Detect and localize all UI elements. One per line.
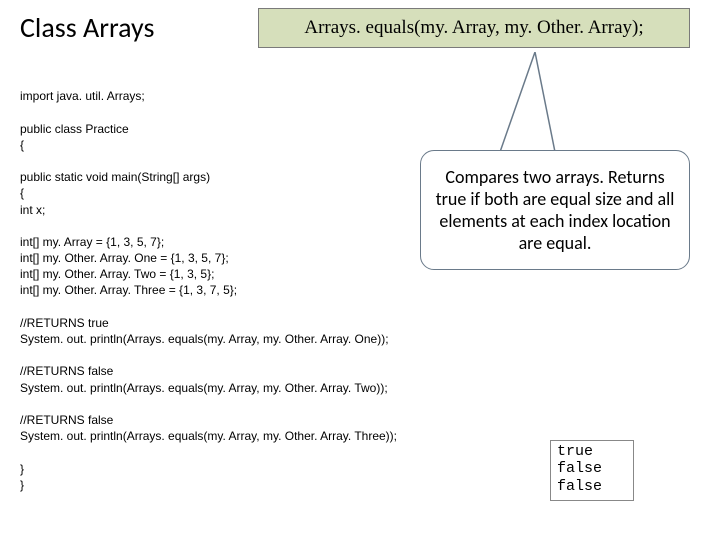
method-signature-box: Arrays. equals(my. Array, my. Other. Arr… <box>258 8 690 48</box>
code-line: int[] my. Other. Array. One = {1, 3, 5, … <box>20 251 229 265</box>
code-line: System. out. println(Arrays. equals(my. … <box>20 332 389 346</box>
output-box: true false false <box>550 440 634 501</box>
explanation-callout: Compares two arrays. Returns true if bot… <box>420 150 690 270</box>
code-line: public static void main(String[] args) <box>20 170 210 184</box>
code-line: } <box>20 462 24 476</box>
code-block: import java. util. Arrays; public class … <box>20 72 397 493</box>
code-line: //RETURNS false <box>20 364 113 378</box>
code-line: int[] my. Array = {1, 3, 5, 7}; <box>20 235 164 249</box>
code-line: { <box>20 186 24 200</box>
slide-title: Class Arrays <box>20 10 154 45</box>
code-line: //RETURNS false <box>20 413 113 427</box>
code-line: } <box>20 478 24 492</box>
code-line: int[] my. Other. Array. Three = {1, 3, 7… <box>20 283 237 297</box>
code-line: System. out. println(Arrays. equals(my. … <box>20 381 388 395</box>
code-line: int[] my. Other. Array. Two = {1, 3, 5}; <box>20 267 214 281</box>
method-signature-text: Arrays. equals(my. Array, my. Other. Arr… <box>304 17 643 39</box>
callout-text: Compares two arrays. Returns true if bot… <box>433 166 677 254</box>
code-line: import java. util. Arrays; <box>20 89 145 103</box>
code-line: int x; <box>20 203 45 217</box>
code-line: //RETURNS true <box>20 316 109 330</box>
code-line: { <box>20 138 24 152</box>
code-line: public class Practice <box>20 122 129 136</box>
code-line: System. out. println(Arrays. equals(my. … <box>20 429 397 443</box>
